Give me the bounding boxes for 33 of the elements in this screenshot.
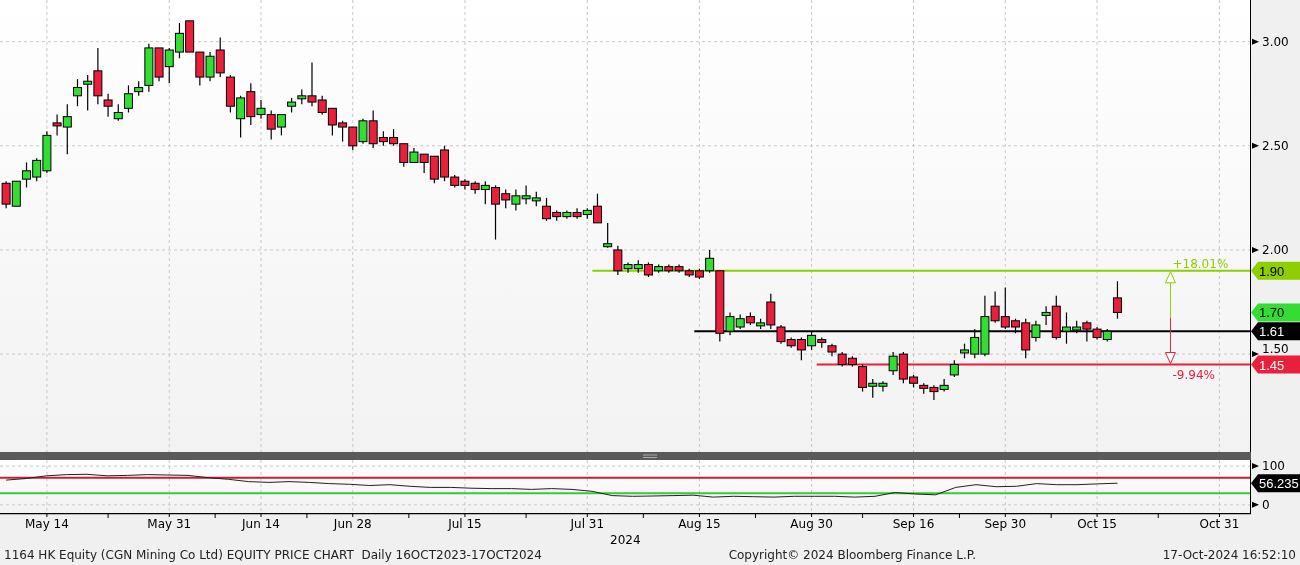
- axis-label: Aug 15: [678, 517, 721, 531]
- axis-label: 2.00: [1262, 242, 1289, 257]
- price-tag: 1.70: [1251, 303, 1300, 322]
- axis-label: 1.50: [1262, 342, 1289, 357]
- axis-label: Oct 15: [1077, 517, 1117, 531]
- axis-label: May 31: [147, 517, 192, 531]
- chart-title: 1164 HK Equity (CGN Mining Co Ltd) EQUITY PRICE CHART Daily 16OCT2023-17OCT2024: [4, 547, 542, 564]
- axis-label: Jul 15: [448, 517, 482, 531]
- ref-line-label: 1.90: [1259, 263, 1285, 279]
- ref-line-label: 1.45: [1259, 357, 1285, 373]
- axis-label: Sep 16: [892, 517, 935, 531]
- axis-label: 2.50: [1262, 138, 1289, 153]
- axis-label: May 14: [24, 517, 69, 531]
- ref-line-label: 1.61: [1259, 324, 1285, 340]
- timestamp-text: 17-Oct-2024 16:52:10: [1162, 547, 1296, 564]
- price-tag: 56.235: [1251, 474, 1300, 493]
- axis-label: 100: [1262, 459, 1285, 474]
- axis-label: 3.00: [1262, 34, 1289, 49]
- grip-icon[interactable]: [643, 454, 657, 458]
- axis-label: Oct 31: [1199, 517, 1240, 531]
- axis-label: Jun 28: [333, 517, 372, 531]
- price-tag: 1.45: [1251, 355, 1300, 374]
- axis-label: 0: [1262, 497, 1270, 512]
- year-label: 2024: [610, 533, 641, 546]
- axis-label: Jul 31: [570, 517, 605, 531]
- copyright-text: Copyright© 2024 Bloomberg Finance L.P.: [728, 547, 976, 564]
- axis-label: Jun 14: [242, 517, 280, 531]
- percent-label: -9.94%: [1172, 367, 1215, 382]
- price-tag: 1.61: [1251, 322, 1300, 341]
- axis-label: Sep 30: [984, 517, 1027, 531]
- percent-label: +18.01%: [1172, 256, 1229, 271]
- axis-label: Aug 30: [790, 517, 833, 531]
- price-tag: 1.90: [1251, 261, 1300, 280]
